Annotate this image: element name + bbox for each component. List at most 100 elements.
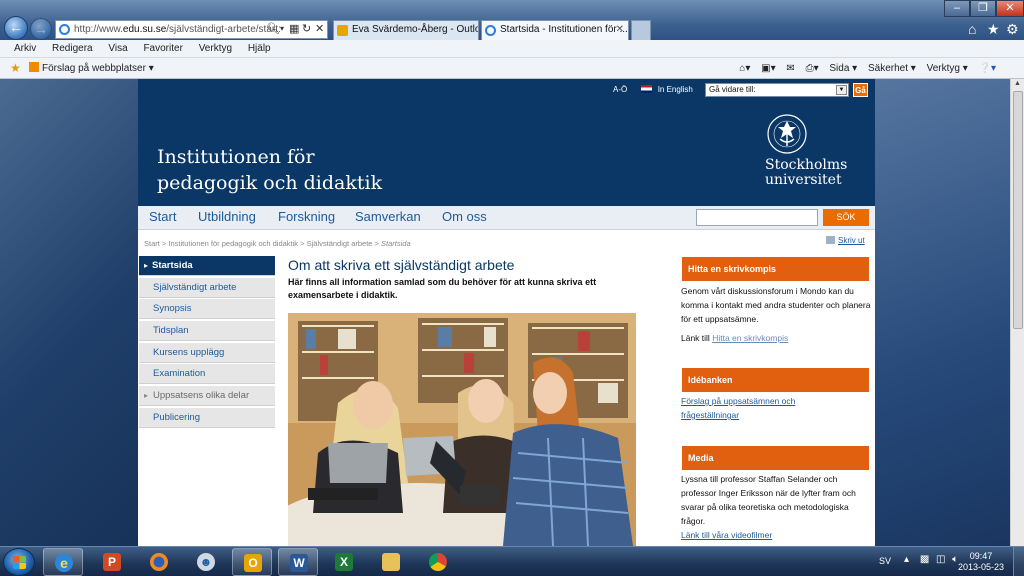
tab-label: Eva Svärdemo-Åberg - Outloo... (352, 24, 478, 35)
english-link[interactable]: In English (658, 85, 693, 94)
search-input[interactable] (696, 209, 818, 226)
menu-sakerhet[interactable]: Säkerhet ▾ (868, 63, 916, 74)
favorites-star-icon[interactable]: ★ (10, 58, 21, 79)
taskbar-powerpoint[interactable]: P (92, 548, 132, 576)
goto-select-value: Gå vidare till: (709, 85, 756, 94)
favorites-star-icon[interactable]: ★ (987, 21, 1000, 38)
search-address-icon[interactable]: 🔍︎ (266, 22, 280, 35)
leftnav-item-synopsis[interactable]: Synopsis (139, 299, 275, 320)
help-icon[interactable]: ❔▾ (979, 63, 996, 74)
menu-verktyg-cmd[interactable]: Verktyg ▾ (927, 63, 968, 74)
nav-forskning[interactable]: Forskning (278, 209, 335, 224)
leftnav-item-kursens-upplagg[interactable]: Kursens upplägg (139, 342, 275, 363)
minimize-button[interactable]: – (944, 0, 970, 17)
restore-button[interactable]: ❐ (970, 0, 996, 17)
taskbar-excel[interactable]: X (324, 548, 364, 576)
word-icon: W (290, 554, 308, 572)
menu-visa[interactable]: Visa (108, 43, 127, 54)
taskbar-outlook[interactable]: O (232, 548, 272, 576)
background-decoration (0, 79, 138, 546)
suggested-sites-label: Förslag på webbplatser ▾ (42, 63, 154, 74)
leftnav-item-sjalvstandigt-arbete[interactable]: Självständigt arbete (139, 277, 275, 298)
taskbar-word[interactable]: W (278, 548, 318, 576)
background-decoration (875, 79, 1010, 546)
tab-outlook[interactable]: Eva Svärdemo-Åberg - Outloo... (333, 20, 479, 40)
taskbar-explorer[interactable] (371, 548, 411, 576)
box-title-skrivkompis: Hitta en skrivkompis (682, 257, 869, 281)
home-icon[interactable]: ⌂▾ (739, 63, 750, 74)
menu-redigera[interactable]: Redigera (52, 43, 93, 54)
browser-titlebar: ← → http://www.edu.su.se/självständigt-a… (0, 0, 1024, 40)
nav-samverkan[interactable]: Samverkan (355, 209, 421, 224)
power-icon[interactable]: ◫ (936, 554, 945, 565)
link-fragestallningar[interactable]: frågeställningar (681, 408, 871, 422)
home-icon[interactable]: ⌂ (968, 21, 976, 37)
leftnav-item-startsida[interactable]: Startsida (139, 256, 275, 276)
menu-arkiv[interactable]: Arkiv (14, 43, 36, 54)
gear-icon[interactable]: ⚙ (1006, 21, 1019, 38)
address-bar[interactable]: http://www.edu.su.se/självständigt-arbet… (55, 20, 328, 39)
new-tab-button[interactable] (631, 20, 651, 40)
tab-label: Startsida - Institutionen för ... (500, 24, 628, 35)
site-banner: A-Ö In English Gå vidare till: ▼ Gå Inst… (138, 79, 875, 206)
nav-utbildning[interactable]: Utbildning (198, 209, 256, 224)
stop-icon[interactable]: ✕ (315, 22, 324, 35)
feeds-icon[interactable]: ▣▾ (761, 63, 775, 74)
leftnav-item-examination[interactable]: Examination (139, 364, 275, 385)
utility-links: A-Ö In English (613, 85, 693, 95)
a-o-link[interactable]: A-Ö (613, 85, 627, 94)
vertical-scrollbar[interactable]: ▲ (1010, 79, 1024, 546)
print-link[interactable]: Skriv ut (826, 236, 865, 245)
network-icon[interactable]: ▩ (920, 554, 929, 565)
link-forslag-uppsatsamnen[interactable]: Förslag på uppsatsämnen och (681, 394, 871, 408)
taskbar-internet-explorer[interactable]: e (43, 548, 83, 576)
menu-hjalp[interactable]: Hjälp (248, 43, 271, 54)
menu-sida[interactable]: Sida ▾ (829, 63, 857, 74)
mail-icon[interactable]: ✉ (786, 63, 794, 74)
language-indicator[interactable]: SV (879, 556, 891, 566)
excel-icon: X (335, 553, 353, 571)
show-desktop-button[interactable] (1013, 547, 1024, 576)
nav-om-oss[interactable]: Om oss (442, 209, 487, 224)
main-navigation: Start Utbildning Forskning Samverkan Om … (138, 206, 875, 230)
refresh-icon[interactable]: ↻ (302, 22, 311, 35)
leftnav-item-tidsplan[interactable]: Tidsplan (139, 321, 275, 342)
leftnav-item-publicering[interactable]: Publicering (139, 407, 275, 428)
clock[interactable]: 09:47 2013-05-23 (958, 551, 1004, 573)
link-videofilmer[interactable]: Länk till våra videofilmer (681, 530, 772, 540)
favorites-bar: ★ Förslag på webbplatser ▾ ⌂▾ ▣▾ ✉ ⎙▾ Si… (0, 58, 1024, 79)
address-dropdown-icon[interactable]: ▾ (280, 24, 284, 33)
goto-select[interactable]: Gå vidare till: ▼ (705, 83, 849, 97)
page-lead: Här finns all information samlad som du … (288, 277, 597, 300)
scroll-up-icon[interactable]: ▲ (1014, 80, 1021, 87)
suggested-sites-button[interactable]: Förslag på webbplatser ▾ (29, 58, 154, 79)
taskbar-firefox[interactable] (139, 548, 179, 576)
scrollbar-thumb[interactable] (1013, 91, 1023, 329)
print-icon[interactable]: ⎙▾ (806, 63, 819, 74)
goto-button[interactable]: Gå (853, 83, 868, 97)
nav-start[interactable]: Start (149, 209, 176, 224)
chrome-icon (429, 553, 447, 571)
site-title[interactable]: Institutionen för pedagogik och didaktik (157, 144, 417, 196)
menu-favoriter[interactable]: Favoriter (143, 43, 182, 54)
start-button[interactable] (3, 548, 35, 576)
university-logo-text[interactable]: Stockholms universitet (765, 158, 847, 188)
close-tab-icon[interactable]: ✕ (616, 21, 624, 39)
logo-line: universitet (765, 172, 842, 188)
tab-startsida[interactable]: Startsida - Institutionen för ... ✕ (481, 20, 629, 40)
students-photo (288, 313, 636, 546)
search-button[interactable]: SÖK (823, 209, 869, 226)
compat-view-icon[interactable]: ▦ (289, 22, 299, 35)
powerpoint-icon: P (103, 553, 121, 571)
leftnav-item-uppsatsens-olika-delar[interactable]: Uppsatsens olika delar (139, 386, 275, 407)
forward-button[interactable]: → (30, 18, 52, 40)
taskbar-chrome[interactable] (418, 548, 458, 576)
breadcrumb-path[interactable]: Start > Institutionen för pedagogik och … (144, 239, 381, 248)
tray-expand-icon[interactable]: ▴ (904, 554, 909, 565)
close-window-button[interactable]: ✕ (996, 0, 1024, 17)
back-button[interactable]: ← (4, 16, 28, 40)
link-hitta-skrivkompis[interactable]: Hitta en skrivkompis (712, 333, 788, 343)
menu-verktyg[interactable]: Verktyg (199, 43, 232, 54)
windows-taskbar: e P ☻ O W X SV ▴ ▩ ◫ 🔈︎ 09:47 2013-05-23 (0, 546, 1024, 576)
taskbar-messenger[interactable]: ☻ (186, 548, 226, 576)
